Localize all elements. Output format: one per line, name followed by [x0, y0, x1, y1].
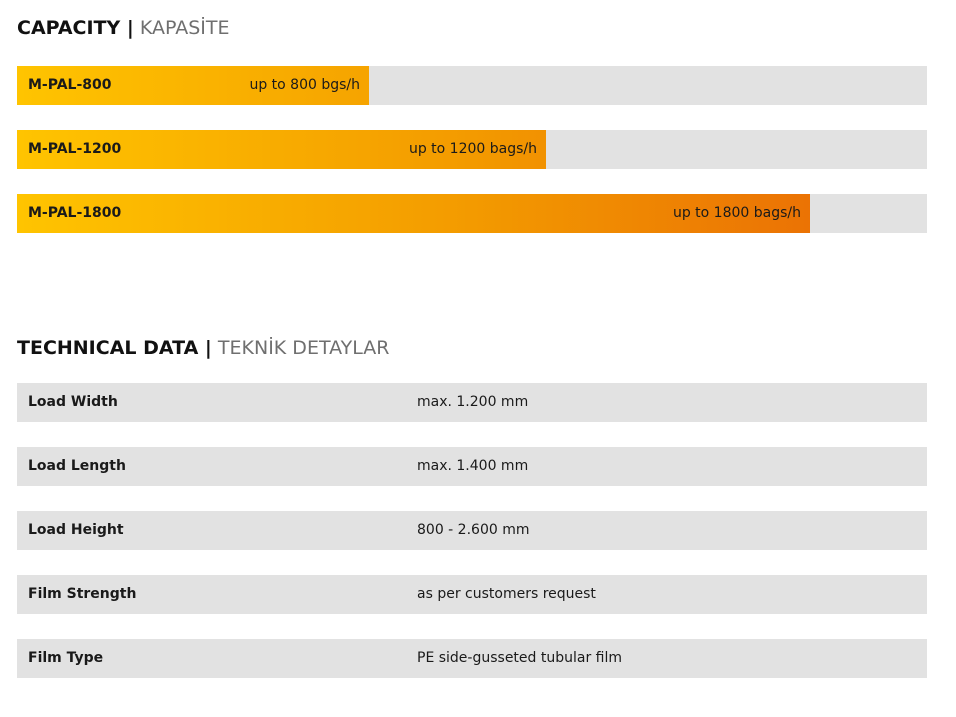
table-row-film-type: Film Type PE side-gusseted tubular film: [17, 639, 927, 678]
bar-track: M-PAL-800 up to 800 bgs/h: [17, 66, 927, 105]
bar-category-label: M-PAL-1200: [28, 141, 122, 157]
capacity-heading-en: CAPACITY |: [17, 17, 134, 39]
bar-category-label: M-PAL-1800: [28, 205, 122, 221]
row-label: Load Length: [28, 458, 126, 474]
row-value: PE side-gusseted tubular film: [417, 650, 623, 666]
row-value: max. 1.200 mm: [417, 394, 529, 410]
table-row-load-length: Load Length max. 1.400 mm: [17, 447, 927, 486]
bar: M-PAL-1200 up to 1200 bags/h: [17, 130, 546, 169]
bar-value-label: up to 1200 bags/h: [408, 141, 537, 157]
row-value: 800 - 2.600 mm: [417, 522, 530, 538]
table-row-film-strength: Film Strength as per customers request: [17, 575, 927, 614]
bar-value-label: up to 1800 bags/h: [672, 205, 801, 221]
technical-data-heading-en: TECHNICAL DATA |: [17, 337, 212, 359]
row-label: Film Type: [28, 650, 104, 666]
table-row-load-height: Load Height 800 - 2.600 mm: [17, 511, 927, 550]
capacity-heading: CAPACITY | KAPASİTE: [17, 16, 230, 40]
row-label: Film Strength: [28, 586, 137, 602]
bar-track: M-PAL-1200 up to 1200 bags/h: [17, 130, 927, 169]
row-value: as per customers request: [417, 586, 596, 602]
bar-value-label: up to 800 bgs/h: [249, 77, 360, 93]
row-label: Load Width: [28, 394, 118, 410]
bar: M-PAL-800 up to 800 bgs/h: [17, 66, 369, 105]
table-row-load-width: Load Width max. 1.200 mm: [17, 383, 927, 422]
bar-track: M-PAL-1800 up to 1800 bags/h: [17, 194, 927, 233]
technical-data-heading-tr: TEKNİK DETAYLAR: [217, 337, 390, 359]
technical-data-heading: TECHNICAL DATA | TEKNİK DETAYLAR: [17, 336, 389, 360]
row-value: max. 1.400 mm: [417, 458, 529, 474]
capacity-heading-tr: KAPASİTE: [139, 17, 230, 39]
bar-category-label: M-PAL-800: [28, 77, 112, 93]
page: CAPACITY | KAPASİTE M-PAL-800 up to 800 b…: [0, 0, 956, 717]
row-label: Load Height: [28, 522, 124, 538]
bar: M-PAL-1800 up to 1800 bags/h: [17, 194, 810, 233]
